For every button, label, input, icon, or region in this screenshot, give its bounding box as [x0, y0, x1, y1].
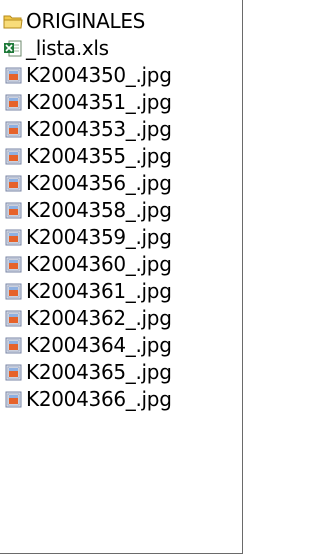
- list-item-label: _lista.xls: [26, 36, 109, 60]
- list-item-file[interactable]: K2004356_.jpg: [0, 170, 243, 197]
- list-item-file[interactable]: K2004365_.jpg: [0, 359, 243, 386]
- folder-icon: [3, 12, 23, 31]
- list-item-label: K2004360_.jpg: [26, 252, 172, 276]
- list-item-file[interactable]: K2004353_.jpg: [0, 116, 243, 143]
- image-file-icon: [3, 120, 23, 139]
- list-item-label: K2004355_.jpg: [26, 144, 172, 168]
- image-file-icon: [3, 363, 23, 382]
- list-item-file[interactable]: K2004360_.jpg: [0, 251, 243, 278]
- image-file-icon: [3, 147, 23, 166]
- image-file-icon: [3, 228, 23, 247]
- list-item-file[interactable]: _lista.xls: [0, 35, 243, 62]
- list-item-label: K2004365_.jpg: [26, 360, 172, 384]
- list-item-file[interactable]: K2004358_.jpg: [0, 197, 243, 224]
- image-file-icon: [3, 336, 23, 355]
- list-item-label: K2004359_.jpg: [26, 225, 172, 249]
- file-list-pane: ORIGINALES _lista.xls K2004350_.jpg K200…: [0, 0, 243, 554]
- list-item-label: K2004366_.jpg: [26, 387, 172, 411]
- excel-file-icon: [3, 39, 23, 58]
- list-item-file[interactable]: K2004364_.jpg: [0, 332, 243, 359]
- image-file-icon: [3, 255, 23, 274]
- list-item-file[interactable]: K2004362_.jpg: [0, 305, 243, 332]
- list-item-label: K2004364_.jpg: [26, 333, 172, 357]
- list-item-label: K2004358_.jpg: [26, 198, 172, 222]
- list-item-label: K2004356_.jpg: [26, 171, 172, 195]
- list-item-file[interactable]: K2004361_.jpg: [0, 278, 243, 305]
- list-item-file[interactable]: K2004355_.jpg: [0, 143, 243, 170]
- image-file-icon: [3, 309, 23, 328]
- image-file-icon: [3, 174, 23, 193]
- list-item-file[interactable]: K2004366_.jpg: [0, 386, 243, 413]
- list-item-file[interactable]: K2004351_.jpg: [0, 89, 243, 116]
- image-file-icon: [3, 93, 23, 112]
- list-item-label: K2004350_.jpg: [26, 63, 172, 87]
- image-file-icon: [3, 390, 23, 409]
- image-file-icon: [3, 282, 23, 301]
- list-item-folder[interactable]: ORIGINALES: [0, 8, 243, 35]
- image-file-icon: [3, 66, 23, 85]
- file-list: ORIGINALES _lista.xls K2004350_.jpg K200…: [0, 8, 242, 413]
- list-item-label: K2004362_.jpg: [26, 306, 172, 330]
- list-item-label: K2004353_.jpg: [26, 117, 172, 141]
- list-item-file[interactable]: K2004359_.jpg: [0, 224, 243, 251]
- list-item-label: K2004361_.jpg: [26, 279, 172, 303]
- list-item-label: K2004351_.jpg: [26, 90, 172, 114]
- image-file-icon: [3, 201, 23, 220]
- list-item-label: ORIGINALES: [26, 9, 146, 33]
- list-item-file[interactable]: K2004350_.jpg: [0, 62, 243, 89]
